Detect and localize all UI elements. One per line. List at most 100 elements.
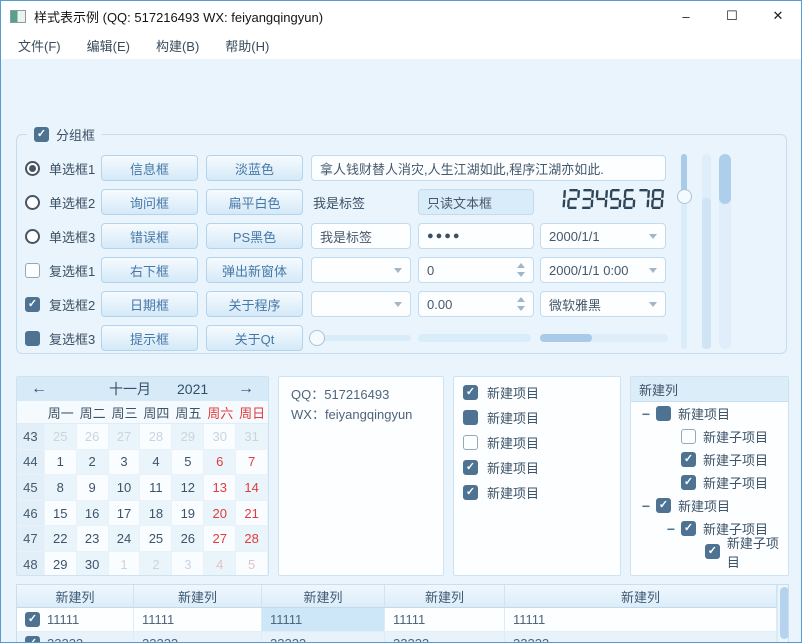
calendar-day-cell[interactable]: 25 [140,526,172,552]
calendar-day-cell[interactable]: 22 [45,526,77,552]
calendar-day-cell[interactable]: 20 [204,501,236,527]
calendar-day-cell[interactable]: 23 [77,526,109,552]
menu-file[interactable]: 文件(F) [5,36,74,55]
calendar-day-cell[interactable]: 21 [236,501,268,527]
calendar-day-cell[interactable]: 2 [77,450,109,476]
table-cell[interactable]: ✓11111 [17,608,134,632]
table-cell[interactable]: 22222 [385,632,505,643]
calendar-day-cell[interactable]: 1 [45,450,77,476]
table-column-header[interactable]: 新建列 [262,585,385,608]
table-column-header[interactable]: 新建列 [134,585,262,608]
list-item[interactable]: ✓新建项目 [454,480,620,505]
calendar-day-cell[interactable]: 5 [172,450,204,476]
horizontal-scrollbar-handle[interactable] [540,334,592,342]
spin-down-icon[interactable] [517,272,525,277]
tree-checkbox-icon[interactable]: ✓ [705,544,720,559]
groupbox-checkbox[interactable]: ✓ [34,127,49,142]
calendar-day-cell[interactable]: 17 [109,501,141,527]
calendar-month-label[interactable]: 十一月 [109,379,151,399]
radio-icon[interactable] [25,161,40,176]
table-cell[interactable]: 11111 [385,608,505,632]
list-checkbox-icon[interactable]: ✓ [463,460,478,475]
push-button[interactable]: 关于Qt [206,325,303,351]
checkbox-icon[interactable] [25,331,40,346]
calendar-day-cell[interactable]: 16 [77,501,109,527]
menu-build[interactable]: 构建(B) [143,36,212,55]
tree-checkbox-icon[interactable]: ✓ [656,498,671,513]
list-checkbox-icon[interactable] [463,435,478,450]
empty-combo-2[interactable] [311,291,411,317]
datetime-combo[interactable]: 2000/1/1 0:00 [540,257,666,283]
push-button[interactable]: 提示框 [101,325,198,351]
list-item[interactable]: 新建项目 [454,430,620,455]
collapse-icon[interactable]: − [636,406,656,422]
font-combo[interactable]: 微软雅黑 [540,291,666,317]
calendar-day-cell[interactable]: 30 [204,424,236,450]
collapse-icon[interactable]: − [636,498,656,514]
calendar-day-cell[interactable]: 30 [77,552,109,576]
table-checkbox-icon[interactable]: ✓ [25,636,40,643]
list-item[interactable]: ✓新建项目 [454,455,620,480]
calendar-day-cell[interactable]: 28 [236,526,268,552]
table-scrollbar[interactable] [777,585,789,643]
checkbox-icon[interactable]: ✓ [25,297,40,312]
calendar-next-arrow-icon[interactable]: → [224,380,268,398]
calendar-day-cell[interactable]: 27 [109,424,141,450]
sentence-line-edit[interactable]: 拿人钱财替人消灾,人生江湖如此,程序江湖亦如此. [311,155,666,181]
table-column-header[interactable]: 新建列 [505,585,777,608]
tree-item[interactable]: ✓新建子项目 [631,448,788,471]
push-button[interactable]: 关于程序 [206,291,303,317]
push-button[interactable]: 弹出新窗体 [206,257,303,283]
calendar-day-cell[interactable]: 24 [109,526,141,552]
calendar-day-cell[interactable]: 25 [45,424,77,450]
calendar-day-cell[interactable]: 9 [77,475,109,501]
push-button[interactable]: 右下框 [101,257,198,283]
table-cell[interactable]: 11111 [262,608,385,632]
horizontal-scrollbar-empty[interactable] [418,334,531,342]
float-spinbox[interactable]: 0.00 [418,291,534,317]
calendar-day-cell[interactable]: 29 [45,552,77,576]
calendar-day-cell[interactable]: 11 [140,475,172,501]
menu-edit[interactable]: 编辑(E) [74,36,143,55]
calendar-day-cell[interactable]: 3 [172,552,204,576]
tree-checkbox-icon[interactable]: ✓ [681,452,696,467]
calendar-day-cell[interactable]: 12 [172,475,204,501]
calendar-day-cell[interactable]: 26 [172,526,204,552]
calendar-day-cell[interactable]: 29 [172,424,204,450]
menu-help[interactable]: 帮助(H) [212,36,282,55]
push-button[interactable]: 淡蓝色 [206,155,303,181]
minimize-icon[interactable]: – [663,1,709,31]
list-item[interactable]: 新建项目 [454,405,620,430]
tree-checkbox-icon[interactable] [681,429,696,444]
int-spinbox[interactable]: 0 [418,257,534,283]
table-scrollbar-handle[interactable] [780,587,789,639]
calendar-day-cell[interactable]: 6 [204,450,236,476]
calendar-day-cell[interactable]: 2 [140,552,172,576]
table-column-header[interactable]: 新建列 [385,585,505,608]
table-column-header[interactable]: 新建列 [17,585,134,608]
calendar-day-cell[interactable]: 10 [109,475,141,501]
calendar-day-cell[interactable]: 14 [236,475,268,501]
calendar-day-cell[interactable]: 28 [140,424,172,450]
list-checkbox-icon[interactable] [463,410,478,425]
tree-item[interactable]: ✓新建子项目 [631,471,788,494]
collapse-icon[interactable]: − [661,521,681,537]
calendar-day-cell[interactable]: 19 [172,501,204,527]
horizontal-slider-track[interactable] [313,335,411,341]
list-checkbox-icon[interactable]: ✓ [463,385,478,400]
calendar-day-cell[interactable]: 18 [140,501,172,527]
date-combo[interactable]: 2000/1/1 [540,223,666,249]
spin-up-icon[interactable] [517,297,525,302]
calendar-day-cell[interactable]: 27 [204,526,236,552]
checkbox-icon[interactable] [25,263,40,278]
list-checkbox-icon[interactable]: ✓ [463,485,478,500]
maximize-icon[interactable]: ☐ [709,1,755,31]
table-checkbox-icon[interactable]: ✓ [25,612,40,627]
calendar-day-cell[interactable]: 26 [77,424,109,450]
push-button[interactable]: 扁平白色 [206,189,303,215]
table-cell[interactable]: 11111 [505,608,777,632]
radio-icon[interactable] [25,229,40,244]
empty-combo-1[interactable] [311,257,411,283]
calendar-day-cell[interactable]: 13 [204,475,236,501]
tree-item[interactable]: ✓新建子项目 [631,540,788,563]
